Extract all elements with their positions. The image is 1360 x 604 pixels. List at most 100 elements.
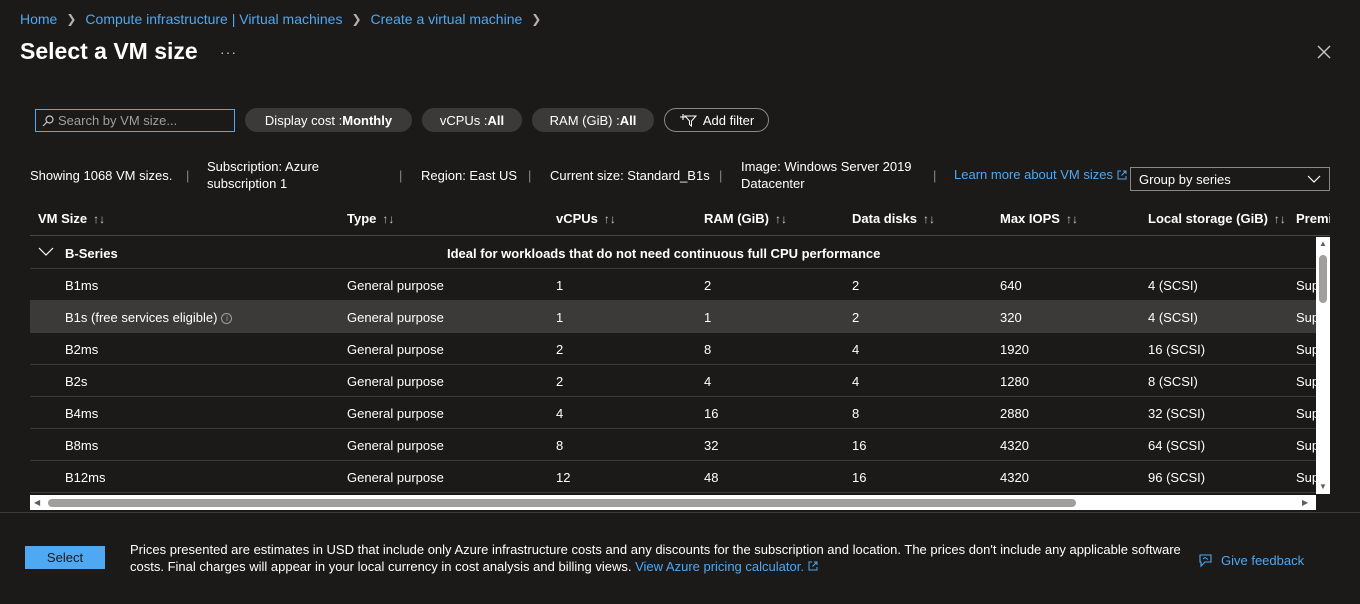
- column-header-max-iops[interactable]: Max IOPS ↑↓: [1000, 211, 1078, 226]
- cell-vm-size: B4ms: [65, 406, 99, 421]
- table-row[interactable]: B2ms General purpose 2 8 4 1920 16 (SCSI…: [30, 333, 1320, 365]
- group-description: Ideal for workloads that do not need con…: [447, 246, 881, 261]
- pricing-calculator-link[interactable]: View Azure pricing calculator.: [635, 559, 818, 574]
- cell-vcpus: 12: [556, 470, 571, 485]
- cell-data-disks: 4: [852, 342, 860, 357]
- vcpus-filter[interactable]: vCPUs : All: [422, 108, 522, 132]
- table-row[interactable]: B2s General purpose 2 4 4 1280 8 (SCSI) …: [30, 365, 1320, 397]
- display-cost-value: Monthly: [342, 112, 393, 128]
- cell-ram: 2: [704, 278, 712, 293]
- column-header-local-storage[interactable]: Local storage (GiB) ↑↓: [1148, 211, 1286, 226]
- table-row[interactable]: B1ms General purpose 1 2 2 640 4 (SCSI) …: [30, 269, 1320, 301]
- chevron-right-icon: ❯: [351, 12, 362, 26]
- learn-more-label: Learn more about VM sizes: [954, 167, 1113, 182]
- cell-type: General purpose: [347, 374, 444, 389]
- cell-vm-size: B2ms: [65, 342, 99, 357]
- cell-type: General purpose: [347, 470, 444, 485]
- cell-type: General purpose: [347, 310, 444, 325]
- vcpus-filter-value: All: [487, 112, 505, 128]
- cell-vm-size: B1s (free services eligible) i: [65, 310, 233, 325]
- cell-data-disks: 2: [852, 310, 860, 325]
- cell-ram: 48: [704, 470, 719, 485]
- info-icon[interactable]: i: [221, 313, 233, 325]
- search-icon: [42, 114, 54, 126]
- give-feedback-link[interactable]: Give feedback: [1198, 553, 1304, 568]
- horizontal-scroll-thumb[interactable]: [48, 499, 1076, 507]
- column-label: Local storage (GiB): [1148, 211, 1268, 226]
- cell-type: General purpose: [347, 278, 444, 293]
- breadcrumb-home[interactable]: Home: [20, 11, 57, 27]
- add-filter-icon: [679, 114, 697, 127]
- cell-data-disks: 8: [852, 406, 860, 421]
- cell-max-iops: 4320: [1000, 470, 1029, 485]
- more-options-icon[interactable]: ···: [220, 44, 237, 60]
- scroll-left-icon[interactable]: ◀: [34, 498, 40, 507]
- search-input[interactable]: [58, 113, 228, 128]
- learn-more-link[interactable]: Learn more about VM sizes: [954, 167, 1127, 182]
- cell-max-iops: 4320: [1000, 438, 1029, 453]
- ram-filter-label: RAM (GiB) :: [549, 112, 620, 128]
- external-link-icon: [808, 561, 818, 571]
- sort-icon: ↑↓: [1273, 211, 1286, 226]
- cell-data-disks: 16: [852, 438, 867, 453]
- close-icon[interactable]: [1314, 42, 1334, 62]
- cell-max-iops: 1920: [1000, 342, 1029, 357]
- chevron-right-icon: ❯: [66, 12, 77, 26]
- vm-size-table: VM Size ↑↓ Type ↑↓ vCPUs ↑↓ RAM (GiB) ↑↓ Dat…: [30, 202, 1330, 510]
- cell-local-storage: 4 (SCSI): [1148, 310, 1198, 325]
- breadcrumb-create-vm[interactable]: Create a virtual machine: [371, 11, 523, 27]
- column-header-vcpus[interactable]: vCPUs ↑↓: [556, 211, 616, 226]
- ram-filter[interactable]: RAM (GiB) : All: [532, 108, 654, 132]
- breadcrumb: Home ❯ Compute infrastructure | Virtual …: [20, 11, 550, 27]
- breadcrumb-virtual-machines[interactable]: Compute infrastructure | Virtual machine…: [85, 11, 342, 27]
- column-header-ram[interactable]: RAM (GiB) ↑↓: [704, 211, 787, 226]
- column-header-vm-size[interactable]: VM Size ↑↓: [38, 211, 105, 226]
- table-row[interactable]: B1s (free services eligible) i General pu…: [30, 301, 1320, 333]
- search-field[interactable]: [35, 109, 235, 132]
- cell-data-disks: 16: [852, 470, 867, 485]
- sort-icon: ↑↓: [1065, 211, 1078, 226]
- table-row[interactable]: B4ms General purpose 4 16 8 2880 32 (SCS…: [30, 397, 1320, 429]
- table-row[interactable]: B12ms General purpose 12 48 16 4320 96 (…: [30, 461, 1320, 493]
- column-label: vCPUs: [556, 211, 598, 226]
- sort-icon: ↑↓: [923, 211, 936, 226]
- vcpus-filter-label: vCPUs :: [439, 112, 488, 128]
- separator: |: [933, 168, 937, 183]
- table-row[interactable]: B8ms General purpose 8 32 16 4320 64 (SC…: [30, 429, 1320, 461]
- cell-max-iops: 2880: [1000, 406, 1029, 421]
- cell-vcpus: 2: [556, 342, 564, 357]
- cell-max-iops: 320: [1000, 310, 1022, 325]
- cell-vcpus: 1: [556, 310, 564, 325]
- ram-filter-value: All: [619, 112, 637, 128]
- add-filter-button[interactable]: Add filter: [664, 108, 769, 132]
- cell-ram: 1: [704, 310, 712, 325]
- select-button[interactable]: Select: [25, 546, 105, 569]
- give-feedback-label: Give feedback: [1221, 553, 1305, 568]
- cell-type: General purpose: [347, 438, 444, 453]
- cell-vm-size: B12ms: [65, 470, 106, 485]
- cell-ram: 16: [704, 406, 719, 421]
- vertical-scroll-thumb[interactable]: [1319, 255, 1327, 303]
- cell-ram: 8: [704, 342, 712, 357]
- cell-vm-size: B1ms: [65, 278, 99, 293]
- cell-ram: 4: [704, 374, 712, 389]
- column-header-data-disks[interactable]: Data disks ↑↓: [852, 211, 935, 226]
- column-header-premium[interactable]: Premi: [1296, 211, 1330, 226]
- chevron-right-icon: ❯: [531, 12, 542, 26]
- scroll-right-icon[interactable]: ▶: [1302, 498, 1308, 507]
- column-header-type[interactable]: Type ↑↓: [347, 211, 394, 226]
- chevron-down-icon[interactable]: [38, 245, 54, 260]
- sort-icon: ↑↓: [93, 211, 106, 226]
- cell-vm-size: B8ms: [65, 438, 99, 453]
- external-link-icon: [1117, 170, 1127, 179]
- scroll-up-icon[interactable]: ▲: [1319, 239, 1327, 248]
- cell-local-storage: 8 (SCSI): [1148, 374, 1198, 389]
- cell-local-storage: 96 (SCSI): [1148, 470, 1206, 485]
- chevron-down-icon: [1307, 175, 1321, 183]
- display-cost-filter[interactable]: Display cost : Monthly: [245, 108, 412, 132]
- group-by-dropdown[interactable]: Group by series: [1130, 167, 1330, 191]
- scroll-down-icon[interactable]: ▼: [1319, 482, 1327, 491]
- sort-icon: ↑↓: [603, 211, 616, 226]
- separator: |: [399, 168, 403, 183]
- group-row-b-series: B-Series Ideal for workloads that do not…: [30, 237, 1320, 269]
